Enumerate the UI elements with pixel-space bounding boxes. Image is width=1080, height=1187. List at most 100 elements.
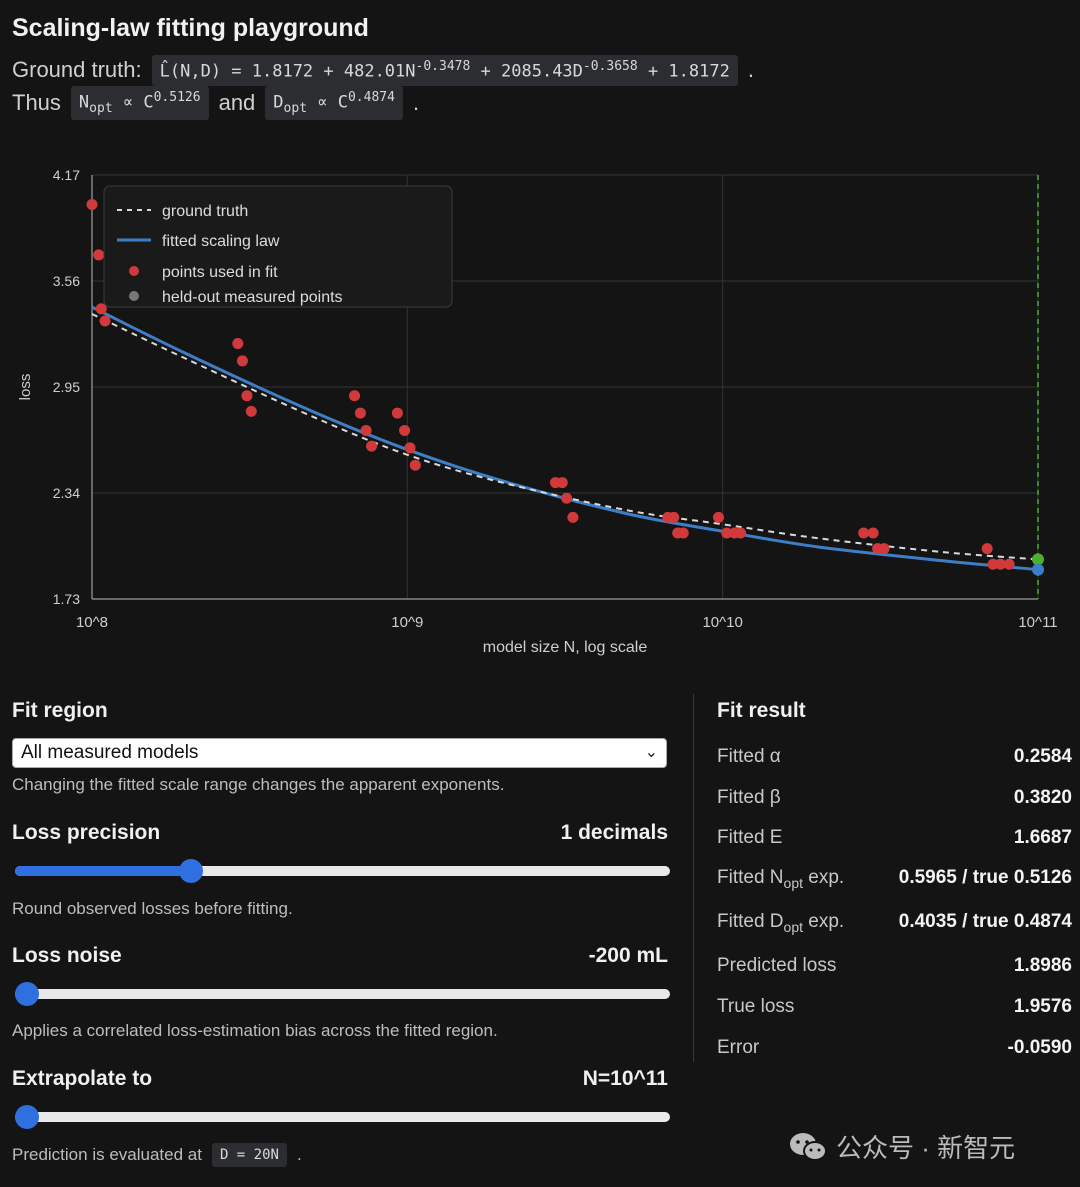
- fit-region-hint: Changing the fitted scale range changes …: [12, 775, 505, 794]
- extrapolate-slider[interactable]: [15, 1105, 670, 1129]
- result-label: Fitted α: [717, 746, 781, 767]
- fit-point: [867, 527, 879, 539]
- label-post: exp.: [803, 911, 845, 932]
- fit-point: [236, 355, 248, 367]
- fit-point: [712, 511, 724, 523]
- fit-point: [878, 543, 890, 555]
- result-row-alpha: Fitted α 0.2584: [717, 746, 1072, 768]
- dopt-sub: opt: [283, 101, 308, 117]
- extrapolate-title: Extrapolate to: [12, 1067, 153, 1090]
- fit-point: [556, 477, 568, 489]
- true-loss-point: [1032, 553, 1044, 566]
- fit-region-selected: All measured models: [21, 742, 199, 763]
- slider-fill: [15, 866, 192, 876]
- fit-point: [409, 459, 421, 471]
- result-label: True loss: [717, 996, 795, 1017]
- loss-noise-slider[interactable]: [15, 982, 670, 1006]
- chart-legend: ground truth fitted scaling law points u…: [103, 185, 453, 308]
- result-label: Fitted E: [717, 827, 783, 848]
- result-label: Error: [717, 1037, 760, 1058]
- wechat-icon: [790, 1132, 827, 1161]
- label-pre: Fitted D: [717, 911, 784, 932]
- extrapolate-code: D = 20N: [211, 1143, 287, 1167]
- nopt-exp: 0.5126: [153, 90, 201, 105]
- legend-ground-truth-label: ground truth: [162, 203, 248, 220]
- result-row-dopt: Fitted Dopt exp. 0.4035 / true 0.4874: [717, 911, 1072, 935]
- loss-noise-title: Loss noise: [12, 944, 122, 967]
- dopt-rel: ∝ C: [307, 92, 348, 113]
- loss-noise-value: -200 mL: [588, 944, 668, 967]
- ground-truth-formula: L̂(N,D) = 1.8172 + 482.01N-0.3478 + 2085…: [151, 55, 738, 86]
- legend-points-label: points used in fit: [162, 264, 278, 281]
- fit-point: [360, 424, 372, 436]
- ground-truth-label: Ground truth:: [12, 57, 142, 83]
- fit-point: [391, 407, 403, 419]
- formula-part: L̂(N,D) = 1.8172 + 482.01N: [159, 61, 416, 82]
- y-tick-label: 2.95: [53, 379, 80, 395]
- y-axis-label: loss: [17, 374, 34, 401]
- result-value: 0.5965 / true 0.5126: [898, 867, 1072, 888]
- loss-noise-hint: Applies a correlated loss-estimation bia…: [12, 1021, 498, 1040]
- result-row-beta: Fitted β 0.3820: [717, 787, 1072, 809]
- result-value: 0.3820: [1013, 787, 1072, 808]
- thus-label: Thus: [12, 90, 61, 116]
- x-tick-label: 10^8: [76, 614, 108, 631]
- label-post: exp.: [803, 867, 845, 888]
- slider-thumb[interactable]: [179, 859, 204, 883]
- fit-point: [668, 511, 680, 523]
- fit-region-select[interactable]: All measured models ⌄: [12, 738, 667, 768]
- fit-point: [86, 199, 98, 211]
- formula-part: + 2085.43D: [470, 61, 583, 82]
- slider-thumb[interactable]: [15, 1105, 39, 1129]
- nopt-sub: opt: [89, 101, 113, 117]
- fit-point: [404, 442, 416, 454]
- result-value: -0.0590: [1007, 1037, 1072, 1058]
- legend-heldout-label: held-out measured points: [162, 289, 343, 306]
- nopt-formula: Nopt ∝ C0.5126: [70, 86, 209, 121]
- fit-point: [1003, 558, 1015, 570]
- fit-point: [93, 249, 105, 261]
- period: .: [412, 90, 420, 116]
- result-row-true: True loss 1.9576: [717, 996, 1072, 1018]
- dopt-exp: 0.4874: [347, 90, 395, 105]
- dopt-base: D: [273, 92, 284, 113]
- fit-point: [981, 543, 993, 555]
- y-tick-label: 4.17: [53, 167, 80, 183]
- loss-precision-slider[interactable]: [15, 859, 670, 883]
- legend-fitted-label: fitted scaling law: [162, 233, 280, 250]
- result-value: 1.8986: [1013, 955, 1072, 976]
- fit-point: [858, 527, 870, 539]
- fit-point: [677, 527, 689, 539]
- fit-point: [99, 315, 111, 327]
- and-label: and: [218, 90, 256, 116]
- period: .: [747, 57, 754, 83]
- thus-line: Thus Nopt ∝ C0.5126 and Dopt ∝ C0.4874 .: [12, 86, 420, 121]
- label-sub: opt: [783, 874, 803, 891]
- formula-exp-n: -0.3478: [415, 59, 471, 74]
- watermark-text: 公众号 · 新智元: [836, 1133, 1016, 1163]
- formula-part: + 1.8172: [637, 61, 730, 82]
- chevron-down-icon: ⌄: [644, 744, 658, 761]
- legend-points-swatch: [129, 266, 139, 276]
- slider-thumb[interactable]: [15, 982, 39, 1006]
- extrapolate-hint: Prediction is evaluated at: [12, 1145, 202, 1164]
- fit-result-title: Fit result: [717, 699, 806, 722]
- watermark: 公众号 · 新智元: [788, 1128, 1015, 1165]
- result-row-error: Error -0.0590: [717, 1037, 1072, 1059]
- fit-point: [232, 338, 244, 350]
- label-pre: Fitted N: [717, 867, 784, 888]
- x-axis-label: model size N, log scale: [483, 639, 648, 656]
- loss-precision-hint: Round observed losses before fitting.: [12, 899, 293, 918]
- loss-chart: 4.17 3.56 2.95 2.34 1.73 10^8 10^9 10^10 10^11 g…: [17, 167, 1058, 656]
- ground-truth-line: [91, 313, 1039, 561]
- extrapolate-value: N=10^11: [582, 1067, 668, 1090]
- period: .: [296, 1145, 302, 1164]
- y-tick-label: 1.73: [53, 591, 80, 607]
- x-tick-label: 10^10: [702, 614, 742, 631]
- fit-point: [735, 527, 747, 539]
- fit-point: [349, 390, 361, 402]
- result-row-e: Fitted E 1.6687: [717, 827, 1072, 849]
- nopt-base: N: [78, 92, 90, 113]
- predicted-loss-point: [1032, 563, 1044, 576]
- y-tick-label: 2.34: [53, 485, 80, 501]
